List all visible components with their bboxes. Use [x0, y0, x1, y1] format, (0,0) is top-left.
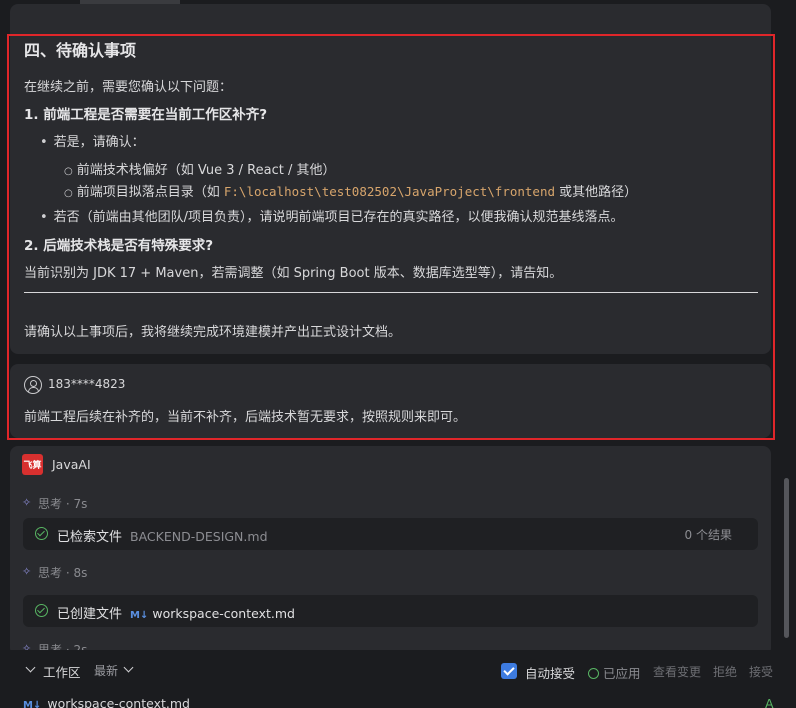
think-duration-2[interactable]: 思考 · 8s [38, 564, 87, 581]
view-changes-button[interactable]: 查看变更 [653, 663, 701, 680]
workspace-toggle[interactable]: 工作区 [43, 662, 81, 681]
accept-button[interactable]: 接受 [749, 663, 773, 680]
auto-accept-label[interactable]: 自动接受 [525, 663, 575, 682]
markdown-icon: M↓ [130, 610, 149, 621]
tool-result-count: 0 个结果 [684, 528, 732, 542]
check-circle-icon [588, 668, 599, 679]
tool-call-create[interactable]: 已创建文件 M↓ workspace-context.md [23, 595, 758, 627]
think-sparkle-icon: ✧ [22, 565, 32, 578]
changed-file-item[interactable]: M↓ workspace-context.md [23, 696, 190, 708]
tool-label: 已创建文件 [57, 607, 123, 622]
think-sparkle-icon: ✧ [22, 496, 32, 509]
question-1-title: 1. 前端工程是否需要在当前工作区补齐? [24, 107, 268, 123]
check-circle-icon [35, 604, 48, 617]
reject-button[interactable]: 拒绝 [713, 663, 737, 680]
user-id: 183****4823 [48, 377, 126, 391]
q1-sub-item-path: 前端项目拟落点目录（如 F:\localhost\test082502\Java… [64, 181, 637, 200]
user-avatar-icon [24, 376, 42, 394]
auto-accept-checkbox[interactable] [501, 663, 517, 679]
q1-yes-item: 若是，请确认： [40, 131, 145, 150]
javaai-logo-icon: 飞算 [22, 454, 43, 475]
divider [24, 292, 758, 293]
check-circle-icon [35, 527, 48, 540]
question-2-title: 2. 后端技术栈是否有特殊要求? [24, 238, 214, 254]
intro-text: 在继续之前，需要您确认以下问题： [24, 80, 233, 95]
think-duration-1[interactable]: 思考 · 7s [38, 495, 87, 512]
applied-status: 已应用 [588, 663, 641, 682]
tool-label: 已检索文件 [57, 530, 123, 545]
user-message-card [10, 364, 771, 438]
latest-dropdown[interactable]: 最新 [94, 662, 118, 679]
q1-no-item: 若否（前端由其他团队/项目负责），请说明前端项目已存在的真实路径，以便我确认规范… [40, 206, 624, 225]
scrollbar-thumb[interactable] [784, 478, 789, 638]
tool-call-search[interactable]: 已检索文件 BACKEND-DESIGN.md 0 个结果 [23, 518, 758, 550]
closing-text: 请确认以上事项后，我将继续完成环境建模并产出正式设计文档。 [24, 325, 402, 340]
frontend-path: F:\localhost\test082502\JavaProject\fron… [223, 184, 556, 199]
file-status-badge: A [765, 696, 774, 708]
question-2-body: 当前识别为 JDK 17 + Maven，若需调整（如 Spring Boot … [24, 266, 563, 281]
tool-file: BACKEND-DESIGN.md [130, 529, 268, 544]
user-message-text: 前端工程后续在补齐的，当前不补齐，后端技术暂无要求，按照规则来即可。 [24, 410, 467, 425]
q1-sub-item-stack: 前端技术栈偏好（如 Vue 3 / React / 其他） [64, 159, 336, 178]
tool-file-link: workspace-context.md [152, 606, 295, 621]
section-heading: 四、待确认事项 [24, 41, 137, 60]
ai-name: JavaAI [52, 457, 91, 472]
markdown-icon: M↓ [23, 700, 42, 708]
